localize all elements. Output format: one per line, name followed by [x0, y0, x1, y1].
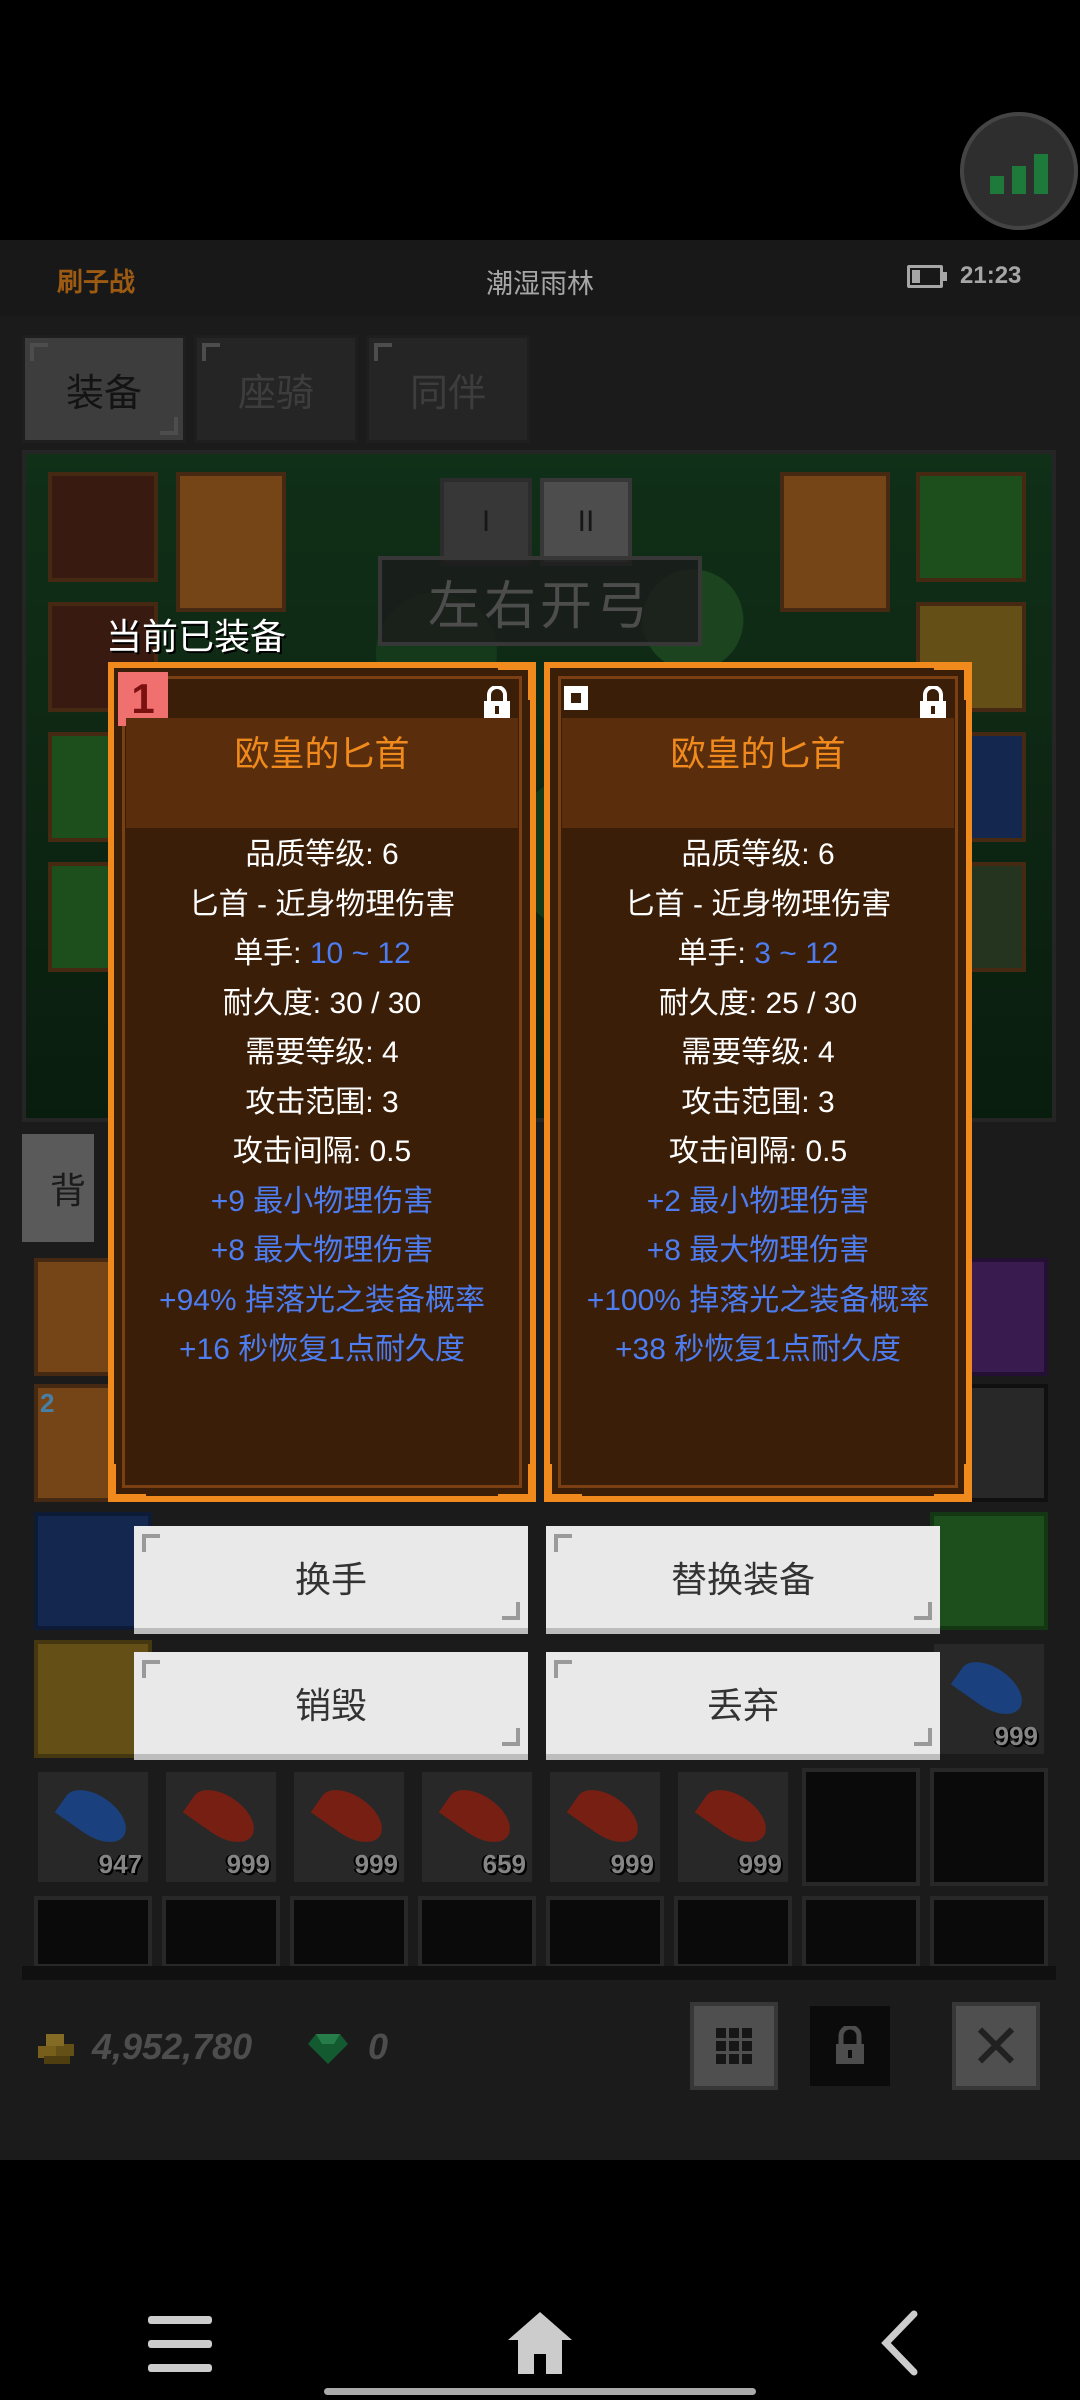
- quality-level: 品质等级: 6: [245, 838, 399, 871]
- swap-hand-button[interactable]: 换手: [134, 1526, 528, 1634]
- destroy-button[interactable]: 销毁: [134, 1652, 528, 1760]
- durability: 耐久度: 30 / 30: [222, 986, 422, 1020]
- item-type: 匕首 - 近身物理伤害: [188, 887, 456, 921]
- home-indicator[interactable]: [324, 2388, 756, 2395]
- required-level: 需要等级: 4: [245, 1036, 399, 1069]
- equipped-item-card: 1 欧皇的匕首 品质等级: 6 匕首 - 近身物理伤害 单手: 10 ~ 12 …: [108, 662, 536, 1502]
- current-equipped-label: 当前已装备: [106, 616, 287, 657]
- durability: 耐久度: 25 / 30: [658, 986, 858, 1020]
- selected-item-card: 欧皇的匕首 品质等级: 6 匕首 - 近身物理伤害 单手: 3 ~ 12 耐久度…: [544, 662, 972, 1502]
- item-marker-icon: [564, 686, 588, 710]
- top-blank-area: [0, 0, 1080, 240]
- discard-label: 丢弃: [706, 1685, 779, 1726]
- affix: +38 秒恢复1点耐久度: [615, 1333, 901, 1366]
- required-level: 需要等级: 4: [681, 1036, 835, 1069]
- menu-icon[interactable]: [148, 2316, 212, 2372]
- damage-label: 单手:: [677, 937, 755, 970]
- signal-icon[interactable]: [960, 112, 1078, 230]
- affix: +8 最大物理伤害: [210, 1234, 434, 1267]
- affix: +9 最小物理伤害: [210, 1184, 434, 1218]
- damage-line: 单手: 10 ~ 12: [114, 929, 530, 979]
- affix: +2 最小物理伤害: [646, 1184, 870, 1218]
- affix: +94% 掉落光之装备概率: [159, 1283, 485, 1317]
- damage-value: 10 ~ 12: [309, 937, 411, 970]
- attack-interval: 攻击间隔: 0.5: [232, 1135, 412, 1168]
- quality-level: 品质等级: 6: [681, 838, 835, 871]
- item-type: 匕首 - 近身物理伤害: [624, 887, 892, 921]
- affix: +8 最大物理伤害: [646, 1234, 870, 1267]
- back-icon[interactable]: [880, 2310, 920, 2376]
- destroy-label: 销毁: [294, 1685, 367, 1726]
- attack-range: 攻击范围: 3: [245, 1085, 399, 1119]
- attack-range: 攻击范围: 3: [681, 1085, 835, 1119]
- affix: +100% 掉落光之装备概率: [586, 1283, 930, 1317]
- discard-button[interactable]: 丢弃: [546, 1652, 940, 1760]
- item-name: 欧皇的匕首: [670, 735, 846, 774]
- home-icon[interactable]: [506, 2310, 574, 2376]
- item-name: 欧皇的匕首: [234, 735, 410, 774]
- damage-label: 单手:: [233, 937, 310, 970]
- damage-value: 3 ~ 12: [754, 937, 839, 970]
- swap-hand-label: 换手: [294, 1559, 367, 1600]
- affix: +16 秒恢复1点耐久度: [179, 1333, 465, 1366]
- damage-line: 单手: 3 ~ 12: [550, 929, 966, 979]
- replace-equipment-label: 替换装备: [670, 1559, 815, 1600]
- replace-equipment-button[interactable]: 替换装备: [546, 1526, 940, 1634]
- attack-interval: 攻击间隔: 0.5: [668, 1135, 848, 1168]
